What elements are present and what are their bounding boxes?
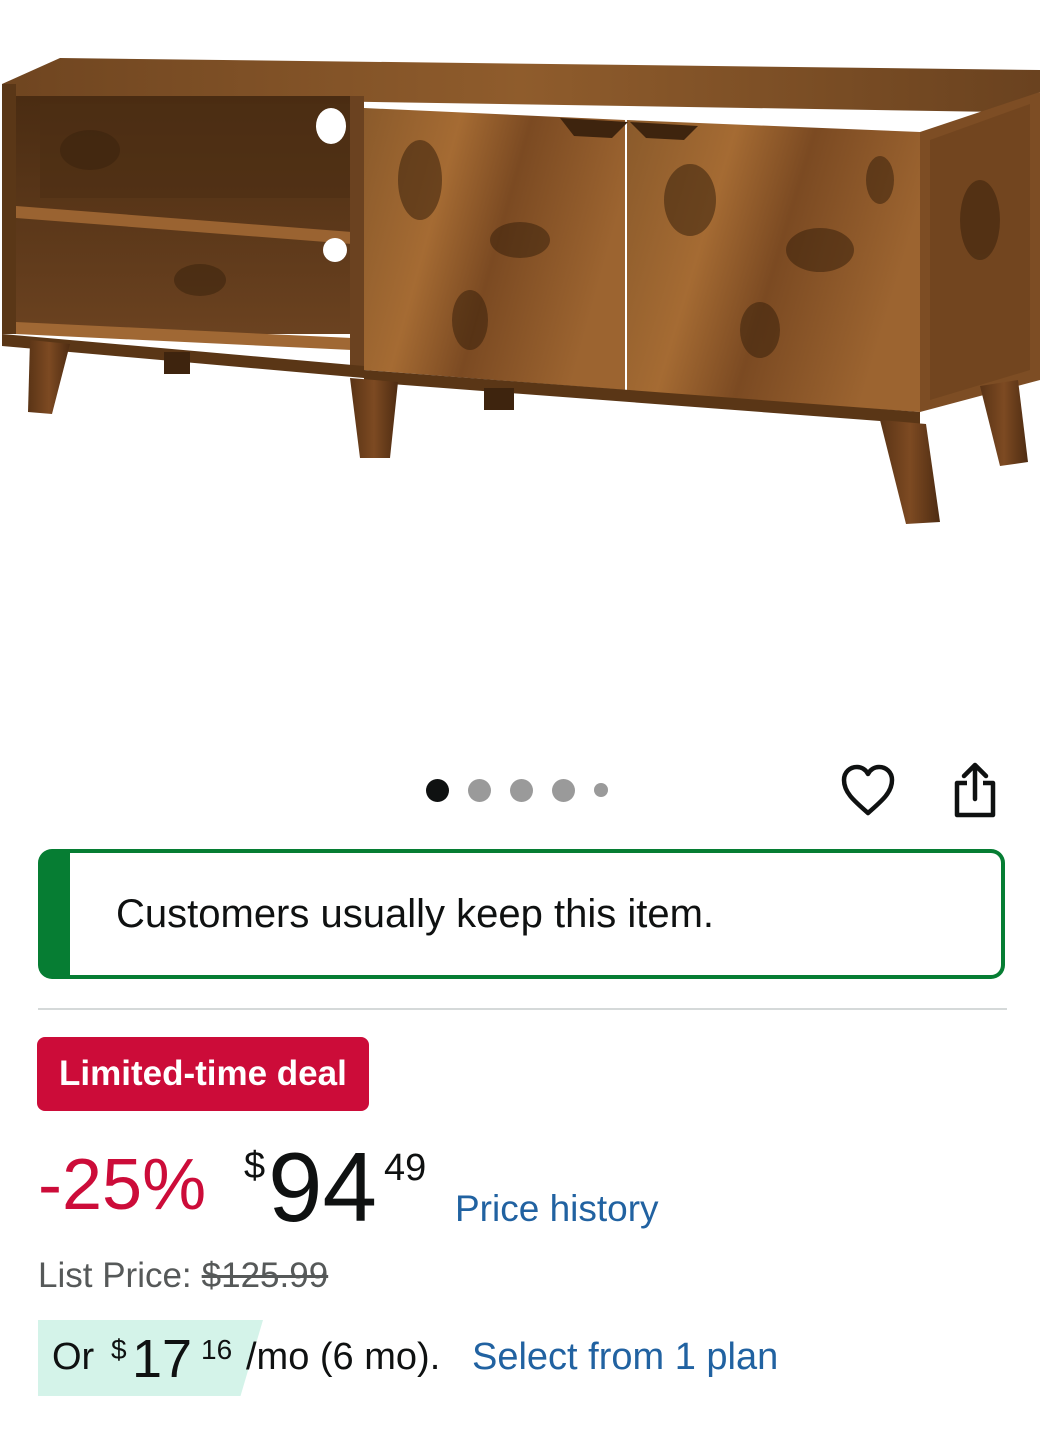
tv-stand-illustration — [2, 58, 1040, 524]
carousel-dot-2[interactable] — [468, 778, 491, 802]
price-row: -25% $ 94 49 Price history — [38, 1134, 938, 1240]
wishlist-button[interactable] — [836, 758, 900, 822]
limited-time-deal-badge: Limited-time deal — [37, 1037, 369, 1111]
image-carousel-dots[interactable] — [426, 778, 608, 802]
carousel-dot-4[interactable] — [552, 778, 575, 802]
share-button[interactable] — [943, 758, 1007, 822]
price-whole: 94 — [268, 1132, 378, 1242]
customers-keep-banner: Customers usually keep this item. — [38, 849, 1005, 979]
carousel-dot-3[interactable] — [510, 778, 533, 802]
price-currency-symbol: $ — [244, 1145, 266, 1187]
installment-currency-symbol: $ — [111, 1334, 127, 1365]
list-price: List Price: $125.99 — [38, 1256, 328, 1296]
list-price-value: $125.99 — [201, 1256, 329, 1295]
share-icon — [954, 762, 996, 818]
carousel-dot-1[interactable] — [426, 778, 449, 802]
product-image[interactable] — [0, 0, 1045, 740]
carousel-dot-5[interactable] — [594, 783, 608, 797]
installment-term: /mo (6 mo). — [246, 1336, 441, 1378]
discount-percent: -25% — [38, 1145, 207, 1225]
section-divider — [38, 1008, 1007, 1010]
heart-icon — [841, 764, 895, 816]
installment-plan: Or $ 17 16 /mo (6 mo). Select from 1 pla… — [38, 1320, 998, 1398]
installment-fraction: 16 — [201, 1334, 233, 1365]
select-plan-link[interactable]: Select from 1 plan — [472, 1336, 778, 1379]
price-history-link[interactable]: Price history — [455, 1188, 659, 1230]
price-fraction: 49 — [384, 1147, 427, 1189]
list-price-label: List Price: — [38, 1256, 192, 1295]
installment-whole: 17 — [132, 1329, 193, 1389]
installment-prefix: Or — [52, 1336, 95, 1378]
banner-text: Customers usually keep this item. — [116, 891, 715, 936]
